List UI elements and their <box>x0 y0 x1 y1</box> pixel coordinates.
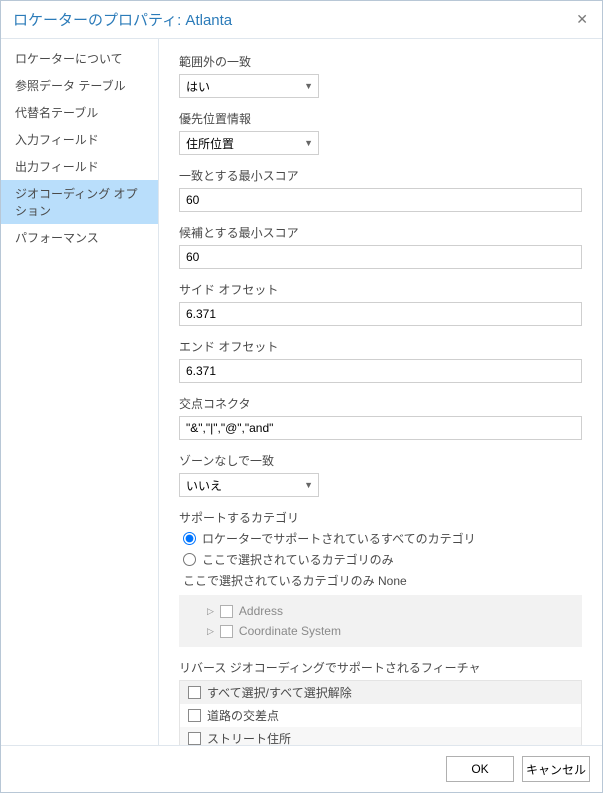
field-min-candidate-score: 候補とする最小スコア <box>179 224 582 269</box>
expand-icon[interactable]: ▷ <box>207 606 214 617</box>
tree-checkbox[interactable] <box>220 625 233 638</box>
min-candidate-score-input[interactable] <box>179 245 582 269</box>
feature-row[interactable]: ストリート住所 <box>180 727 581 745</box>
sidebar-item-label: 入力フィールド <box>15 133 99 147</box>
intersection-connectors-input[interactable] <box>179 416 582 440</box>
radio-selected-categories[interactable]: ここで選択されているカテゴリのみ <box>179 551 582 568</box>
select-all-row[interactable]: すべて選択/すべて選択解除 <box>180 681 581 704</box>
feature-checkbox[interactable] <box>188 732 201 745</box>
field-label: リバース ジオコーディングでサポートされるフィーチャ <box>179 659 582 676</box>
select-all-label: すべて選択/すべて選択解除 <box>207 684 352 701</box>
sidebar-item-reference-tables[interactable]: 参照データ テーブル <box>1 72 158 99</box>
match-without-zones-select[interactable]: ▼ <box>179 473 319 497</box>
dialog-footer: OK キャンセル <box>1 745 602 792</box>
expand-icon[interactable]: ▷ <box>207 626 214 637</box>
tree-item-coordinate-system[interactable]: ▷ Coordinate System <box>189 621 582 641</box>
field-label: 交点コネクタ <box>179 395 582 412</box>
radio-label: ここで選択されているカテゴリのみ <box>202 551 394 568</box>
tree-item-label: Address <box>239 604 283 618</box>
sidebar-item-label: ロケーターについて <box>15 52 123 66</box>
tree-item-address[interactable]: ▷ Address <box>189 601 582 621</box>
categories-note: ここで選択されているカテゴリのみ None <box>179 572 582 589</box>
sidebar-item-about[interactable]: ロケーターについて <box>1 45 158 72</box>
tree-checkbox[interactable] <box>220 605 233 618</box>
cancel-button[interactable]: キャンセル <box>522 756 590 782</box>
sidebar-item-geocoding-options[interactable]: ジオコーディング オプション <box>1 180 158 224</box>
select-all-checkbox[interactable] <box>188 686 201 699</box>
sidebar-item-input-fields[interactable]: 入力フィールド <box>1 126 158 153</box>
field-label: エンド オフセット <box>179 338 582 355</box>
sidebar-item-label: 参照データ テーブル <box>15 79 126 93</box>
sidebar: ロケーターについて 参照データ テーブル 代替名テーブル 入力フィールド 出力フ… <box>1 39 159 745</box>
sidebar-item-output-fields[interactable]: 出力フィールド <box>1 153 158 180</box>
titlebar: ロケーターのプロパティ: Atlanta ✕ <box>1 1 602 39</box>
feature-checkbox[interactable] <box>188 709 201 722</box>
field-label: 一致とする最小スコア <box>179 167 582 184</box>
field-label: サポートするカテゴリ <box>179 509 582 526</box>
field-side-offset: サイド オフセット <box>179 281 582 326</box>
content-pane: 範囲外の一致 ▼ 優先位置情報 ▼ 一致とする最小スコア 候補とする最小スコア <box>159 39 602 745</box>
sidebar-item-label: 出力フィールド <box>15 160 99 174</box>
preferred-location-value[interactable] <box>179 131 319 155</box>
feature-row[interactable]: 道路の交差点 <box>180 704 581 727</box>
sidebar-item-label: ジオコーディング オプション <box>15 187 138 218</box>
out-of-range-value[interactable] <box>179 74 319 98</box>
field-preferred-location: 優先位置情報 ▼ <box>179 110 582 155</box>
field-intersection-connectors: 交点コネクタ <box>179 395 582 440</box>
field-min-match-score: 一致とする最小スコア <box>179 167 582 212</box>
field-reverse-features: リバース ジオコーディングでサポートされるフィーチャ すべて選択/すべて選択解除… <box>179 659 582 745</box>
sidebar-item-alias-tables[interactable]: 代替名テーブル <box>1 99 158 126</box>
dialog-title: ロケーターのプロパティ: Atlanta <box>13 9 232 30</box>
field-label: 範囲外の一致 <box>179 53 582 70</box>
close-icon[interactable]: ✕ <box>572 9 592 30</box>
radio-all-input[interactable] <box>183 532 196 545</box>
preferred-location-select[interactable]: ▼ <box>179 131 319 155</box>
min-match-score-input[interactable] <box>179 188 582 212</box>
out-of-range-select[interactable]: ▼ <box>179 74 319 98</box>
dialog-body: ロケーターについて 参照データ テーブル 代替名テーブル 入力フィールド 出力フ… <box>1 39 602 745</box>
end-offset-input[interactable] <box>179 359 582 383</box>
ok-button[interactable]: OK <box>446 756 514 782</box>
sidebar-item-label: パフォーマンス <box>15 231 99 245</box>
field-label: ゾーンなしで一致 <box>179 452 582 469</box>
sidebar-item-label: 代替名テーブル <box>15 106 98 120</box>
feature-label: ストリート住所 <box>207 730 291 745</box>
reverse-features-list: すべて選択/すべて選択解除 道路の交差点 ストリート住所 道路名 <box>179 680 582 745</box>
feature-label: 道路の交差点 <box>207 707 279 724</box>
field-supported-categories: サポートするカテゴリ ロケーターでサポートされているすべてのカテゴリ ここで選択… <box>179 509 582 647</box>
field-label: 候補とする最小スコア <box>179 224 582 241</box>
field-out-of-range: 範囲外の一致 ▼ <box>179 53 582 98</box>
radio-all-categories[interactable]: ロケーターでサポートされているすべてのカテゴリ <box>179 530 582 547</box>
match-without-zones-value[interactable] <box>179 473 319 497</box>
side-offset-input[interactable] <box>179 302 582 326</box>
scroll-area[interactable]: 範囲外の一致 ▼ 優先位置情報 ▼ 一致とする最小スコア 候補とする最小スコア <box>159 39 602 745</box>
field-label: サイド オフセット <box>179 281 582 298</box>
field-match-without-zones: ゾーンなしで一致 ▼ <box>179 452 582 497</box>
radio-selected-input[interactable] <box>183 553 196 566</box>
radio-label: ロケーターでサポートされているすべてのカテゴリ <box>202 530 476 547</box>
field-label: 優先位置情報 <box>179 110 582 127</box>
tree-item-label: Coordinate System <box>239 624 341 638</box>
categories-tree: ▷ Address ▷ Coordinate System <box>179 595 582 647</box>
field-end-offset: エンド オフセット <box>179 338 582 383</box>
sidebar-item-performance[interactable]: パフォーマンス <box>1 224 158 251</box>
